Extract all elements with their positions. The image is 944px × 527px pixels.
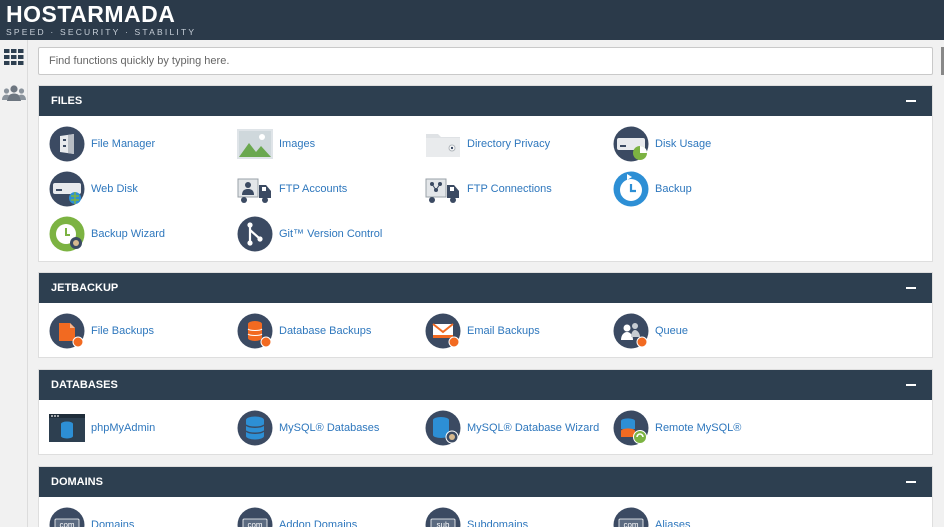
icon-text: sub <box>437 521 450 527</box>
section-title: DATABASES <box>51 379 118 391</box>
mysql-databases-icon <box>237 410 273 446</box>
item-subdomains[interactable]: sub Subdomains <box>425 505 610 527</box>
ftp-accounts-icon <box>237 178 271 203</box>
aliases-icon: com <box>613 507 649 527</box>
top-bar: HOSTARMADA SPEED · SECURITY · STABILITY <box>0 0 944 40</box>
users-icon <box>1 85 26 101</box>
item-web-disk[interactable]: Web Disk <box>49 169 234 209</box>
item-label: Addon Domains <box>279 519 358 527</box>
item-label: Subdomains <box>467 519 529 527</box>
backup-icon <box>613 171 649 207</box>
users-button[interactable] <box>0 80 27 106</box>
disk-usage-icon <box>613 126 649 162</box>
phpmyadmin-icon <box>49 414 85 442</box>
queue-icon <box>613 313 649 349</box>
database-backups-icon <box>237 313 273 349</box>
item-phpmyadmin[interactable]: phpMyAdmin <box>49 408 234 448</box>
item-label: Domains <box>91 519 135 527</box>
folder-lock-icon <box>426 134 460 157</box>
git-icon <box>237 216 273 252</box>
databases-header[interactable]: DATABASES <box>39 370 932 400</box>
brand-logo[interactable]: HOSTARMADA SPEED · SECURITY · STABILITY <box>6 1 197 38</box>
collapse-icon[interactable] <box>906 384 916 386</box>
item-mysql-databases[interactable]: MySQL® Databases <box>237 408 422 448</box>
icon-text: com <box>59 521 74 527</box>
section-title: FILES <box>51 95 83 107</box>
item-label: Database Backups <box>279 325 372 337</box>
mysql-wizard-icon <box>425 410 461 446</box>
files-header[interactable]: FILES <box>39 86 932 116</box>
addon-domains-icon: com <box>237 507 273 527</box>
item-label: FTP Accounts <box>279 183 348 195</box>
item-addon-domains[interactable]: com Addon Domains <box>237 505 422 527</box>
item-label: File Backups <box>91 325 154 337</box>
item-label: File Manager <box>91 138 156 150</box>
item-mysql-wizard[interactable]: MySQL® Database Wizard <box>425 408 610 448</box>
item-label: Git™ Version Control <box>279 228 383 240</box>
section-title: DOMAINS <box>51 476 103 488</box>
item-backup[interactable]: Backup <box>613 169 798 209</box>
domains-icon: com <box>49 507 85 527</box>
item-label: Web Disk <box>91 183 138 195</box>
item-label: Images <box>279 138 316 150</box>
images-icon <box>237 129 273 159</box>
domains-header[interactable]: DOMAINS <box>39 467 932 497</box>
item-label: FTP Connections <box>467 183 552 195</box>
subdomains-icon: sub <box>425 507 461 527</box>
collapse-icon[interactable] <box>906 100 916 102</box>
grid-button[interactable] <box>0 44 27 70</box>
section-title: JETBACKUP <box>51 282 119 294</box>
item-ftp-accounts[interactable]: FTP Accounts <box>237 169 422 209</box>
web-disk-icon <box>49 171 85 207</box>
item-file-manager[interactable]: File Manager <box>49 124 234 164</box>
item-disk-usage[interactable]: Disk Usage <box>613 124 798 164</box>
ftp-connections-icon <box>425 178 459 203</box>
file-manager-icon <box>49 126 85 162</box>
icon-text: com <box>623 521 638 527</box>
item-file-backups[interactable]: File Backups <box>49 311 234 351</box>
item-label: Disk Usage <box>655 138 712 150</box>
item-database-backups[interactable]: Database Backups <box>237 311 422 351</box>
domains-panel: DOMAINS com Domains com Addon Domains su… <box>38 466 933 527</box>
item-label: MySQL® Databases <box>279 422 380 434</box>
email-backups-icon <box>425 313 461 349</box>
item-label: Backup <box>655 183 692 195</box>
item-domains[interactable]: com Domains <box>49 505 234 527</box>
files-panel: FILES File Manager Images Directory Priv… <box>38 85 933 262</box>
item-images[interactable]: Images <box>237 124 422 164</box>
collapse-icon[interactable] <box>906 287 916 289</box>
grid-icon <box>3 49 23 65</box>
item-label: phpMyAdmin <box>91 422 156 434</box>
item-label: Queue <box>655 325 689 337</box>
item-backup-wizard[interactable]: Backup Wizard <box>49 214 234 254</box>
item-git[interactable]: Git™ Version Control <box>237 214 422 254</box>
jetbackup-header[interactable]: JETBACKUP <box>39 273 932 303</box>
brand-tagline: SPEED · SECURITY · STABILITY <box>6 27 197 37</box>
remote-mysql-icon <box>613 410 649 446</box>
item-directory-privacy[interactable]: Directory Privacy <box>425 124 610 164</box>
item-label: MySQL® Database Wizard <box>467 422 600 434</box>
backup-wizard-icon <box>49 216 85 252</box>
file-backups-icon <box>49 313 85 349</box>
databases-panel: DATABASES phpMyAdmin MySQL® Databases My… <box>38 369 933 455</box>
left-rail <box>0 40 28 527</box>
search-input[interactable] <box>38 47 933 75</box>
item-label: Aliases <box>655 519 691 527</box>
item-email-backups[interactable]: Email Backups <box>425 311 610 351</box>
jetbackup-panel: JETBACKUP File Backups Database Backups <box>38 272 933 358</box>
item-queue[interactable]: Queue <box>613 311 798 351</box>
collapse-icon[interactable] <box>906 481 916 483</box>
item-label: Remote MySQL® <box>655 422 742 434</box>
item-remote-mysql[interactable]: Remote MySQL® <box>613 408 798 448</box>
item-ftp-connections[interactable]: FTP Connections <box>425 169 610 209</box>
item-label: Email Backups <box>467 325 540 337</box>
item-label: Directory Privacy <box>467 138 551 150</box>
item-label: Backup Wizard <box>91 228 165 240</box>
item-aliases[interactable]: com Aliases <box>613 505 798 527</box>
brand-name: HOSTARMADA <box>6 1 176 27</box>
icon-text: com <box>247 521 262 527</box>
